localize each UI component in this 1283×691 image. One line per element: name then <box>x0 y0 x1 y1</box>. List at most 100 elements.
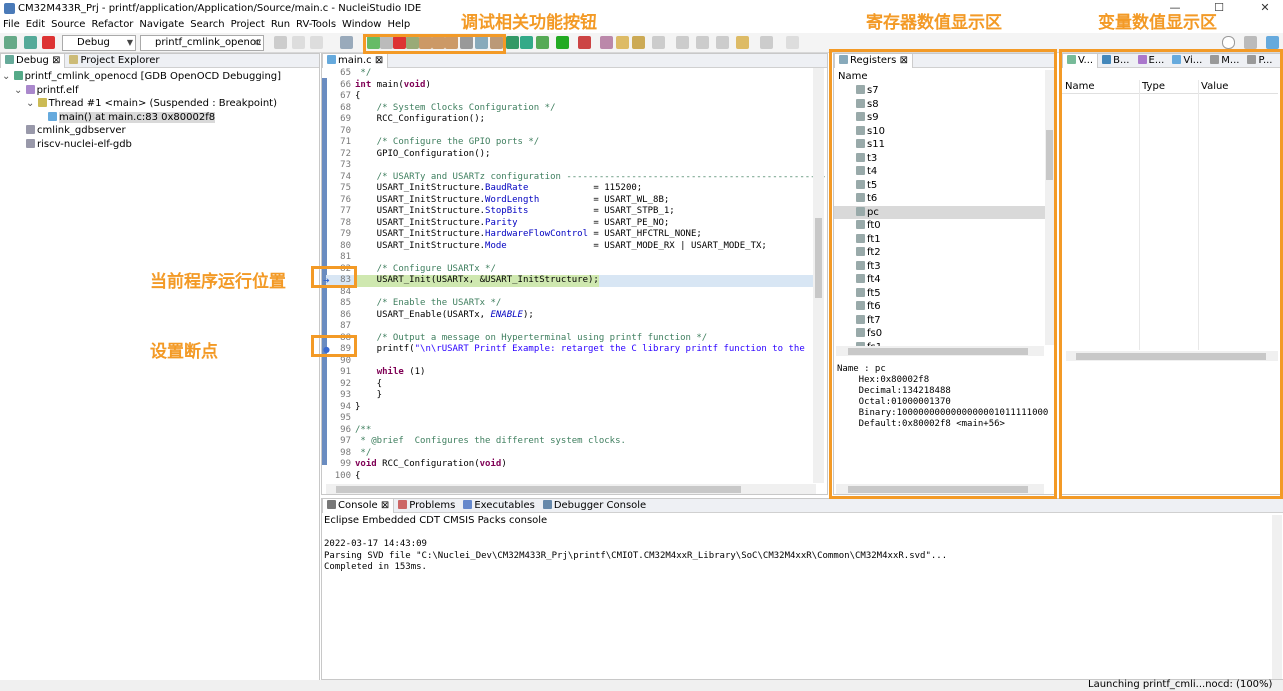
code-line[interactable]: 87 <box>326 321 821 333</box>
editor-hscrollbar[interactable] <box>326 484 816 494</box>
stop-icon[interactable] <box>42 36 55 49</box>
folder-icon[interactable] <box>616 36 629 49</box>
line-number[interactable]: 66 <box>326 80 351 92</box>
external-tools-icon[interactable] <box>578 36 591 49</box>
line-number[interactable]: 65 <box>326 68 351 80</box>
menu-edit[interactable]: Edit <box>23 18 48 32</box>
line-number[interactable]: 91 <box>326 367 351 379</box>
prev-annotation-icon[interactable] <box>696 36 709 49</box>
search-icon[interactable] <box>1222 36 1235 49</box>
forward-icon[interactable] <box>736 36 749 49</box>
tree-item-gdb[interactable]: riscv-nuclei-elf-gdb <box>2 138 318 152</box>
menu-file[interactable]: File <box>0 18 23 32</box>
debug-perspective-icon[interactable] <box>1266 36 1279 49</box>
code-line[interactable]: 78 USART_InitStructure.Parity = USART_PE… <box>326 218 821 230</box>
back-icon[interactable] <box>716 36 729 49</box>
tree-item-thread[interactable]: ⌄ Thread #1 <main> (Suspended : Breakpoi… <box>2 97 318 111</box>
code-area[interactable]: 65 */66 int main(void) 67{68 /* System Clo… <box>323 68 826 483</box>
tab-debug[interactable]: Debug ⊠ <box>0 54 66 68</box>
code-line[interactable]: 100 { <box>326 471 821 483</box>
scroll-thumb[interactable] <box>336 486 741 493</box>
line-number[interactable]: 77 <box>326 206 351 218</box>
line-number[interactable]: 87 <box>326 321 351 333</box>
menu-project[interactable]: Project <box>228 18 268 32</box>
tree-item-elf[interactable]: ⌄ printf.elf <box>2 84 318 98</box>
line-number[interactable]: 67 <box>326 91 351 103</box>
play-icon[interactable] <box>556 36 569 49</box>
code-line[interactable]: 73 <box>326 160 821 172</box>
code-line[interactable]: 95 <box>326 413 821 425</box>
run-icon[interactable] <box>520 36 533 49</box>
tree-item-gdbserver[interactable]: cmlink_gdbserver <box>2 124 318 138</box>
code-line[interactable]: 97 * @brief Configures the different sys… <box>326 436 821 448</box>
tree-item-frame[interactable]: main() at main.c:83 0x80002f8 <box>2 111 318 125</box>
menu-source[interactable]: Source <box>48 18 88 32</box>
code-line[interactable]: 77 USART_InitStructure.StopBits = USART_… <box>326 206 821 218</box>
launch-mode-select[interactable]: Debug ▼ <box>62 35 136 51</box>
code-line[interactable]: 74 /* USARTy and USARTz configuration --… <box>326 172 826 184</box>
line-number[interactable]: 76 <box>326 195 351 207</box>
code-line[interactable]: 86 USART_Enable(USARTx, ENABLE); <box>326 310 821 322</box>
code-line[interactable]: 98 */ <box>326 448 821 460</box>
line-number[interactable]: 71 <box>326 137 351 149</box>
line-number[interactable]: 72 <box>326 149 351 161</box>
line-number[interactable]: 78 <box>326 218 351 230</box>
code-line[interactable]: 70 <box>326 126 821 138</box>
next-annotation-icon[interactable] <box>676 36 689 49</box>
code-line[interactable]: 66 int main(void) <box>326 80 821 92</box>
code-line[interactable]: 84 <box>326 287 821 299</box>
line-number[interactable]: 96 <box>326 425 351 437</box>
console-output[interactable]: 2022-03-17 14:43:09 Parsing SVD file "C:\… <box>324 539 947 574</box>
nav-icon[interactable] <box>760 36 773 49</box>
line-number[interactable]: 68 <box>326 103 351 115</box>
menu-navigate[interactable]: Navigate <box>136 18 187 32</box>
close-button[interactable]: ✕ <box>1258 1 1272 15</box>
tab-main-c[interactable]: main.c ⊠ <box>322 54 389 68</box>
debug-icon[interactable] <box>24 36 37 49</box>
menu-refactor[interactable]: Refactor <box>88 18 136 32</box>
code-line[interactable]: 82 /* Configure USARTx */ <box>326 264 821 276</box>
tab-project-explorer[interactable]: Project Explorer <box>65 54 163 68</box>
line-number[interactable]: 93 <box>326 390 351 402</box>
line-number[interactable]: 86 <box>326 310 351 322</box>
menu-run[interactable]: Run <box>268 18 293 32</box>
code-line[interactable]: 94} <box>326 402 821 414</box>
menu-search[interactable]: Search <box>187 18 227 32</box>
new-icon[interactable] <box>274 36 287 49</box>
line-number[interactable]: 80 <box>326 241 351 253</box>
menu-rv-tools[interactable]: RV-Tools <box>293 18 339 32</box>
memory-icon[interactable] <box>506 36 519 49</box>
code-line[interactable]: 81 <box>326 252 821 264</box>
save-icon[interactable] <box>292 36 305 49</box>
line-number[interactable]: 84 <box>326 287 351 299</box>
line-number[interactable]: 100 <box>326 471 351 483</box>
line-number[interactable]: 90 <box>326 356 351 368</box>
code-line[interactable]: 99 void RCC_Configuration(void) <box>326 459 821 471</box>
console-vscrollbar[interactable] <box>1272 515 1282 679</box>
terminal-icon[interactable] <box>340 36 353 49</box>
code-line[interactable]: 89 printf("\n\rUSART Printf Example: ret… <box>326 344 821 356</box>
code-line[interactable]: 71 /* Configure the GPIO ports */ <box>326 137 821 149</box>
line-number[interactable]: 74 <box>326 172 351 184</box>
line-number[interactable]: 73 <box>326 160 351 172</box>
line-number[interactable]: 92 <box>326 379 351 391</box>
code-line[interactable]: 93 } <box>326 390 821 402</box>
brush-icon[interactable] <box>600 36 613 49</box>
code-line[interactable]: 68 /* System Clocks Configuration */ <box>326 103 821 115</box>
scroll-thumb[interactable] <box>815 218 822 298</box>
code-line[interactable]: 90 <box>326 356 821 368</box>
code-line[interactable]: 92 { <box>326 379 821 391</box>
launch-config-select[interactable]: printf_cmlink_openoc ⚙ <box>140 35 264 51</box>
tree-item-launch[interactable]: ⌄ printf_cmlink_openocd [GDB OpenOCD Deb… <box>2 70 318 84</box>
hammer-icon[interactable] <box>4 36 17 49</box>
tab-console[interactable]: Console ⊠ <box>322 499 395 513</box>
code-line[interactable]: 85 /* Enable the USARTx */ <box>326 298 821 310</box>
tab-executables[interactable]: Executables <box>459 499 538 513</box>
code-line[interactable]: 65 */ <box>326 68 821 80</box>
tab-problems[interactable]: Problems <box>394 499 459 513</box>
pen-icon[interactable] <box>652 36 665 49</box>
code-line[interactable]: 96 /** <box>326 425 821 437</box>
line-number[interactable]: 79 <box>326 229 351 241</box>
line-number[interactable]: 69 <box>326 114 351 126</box>
code-line[interactable]: 83 USART_Init(USARTx, &USART_InitStructu… <box>326 275 821 287</box>
